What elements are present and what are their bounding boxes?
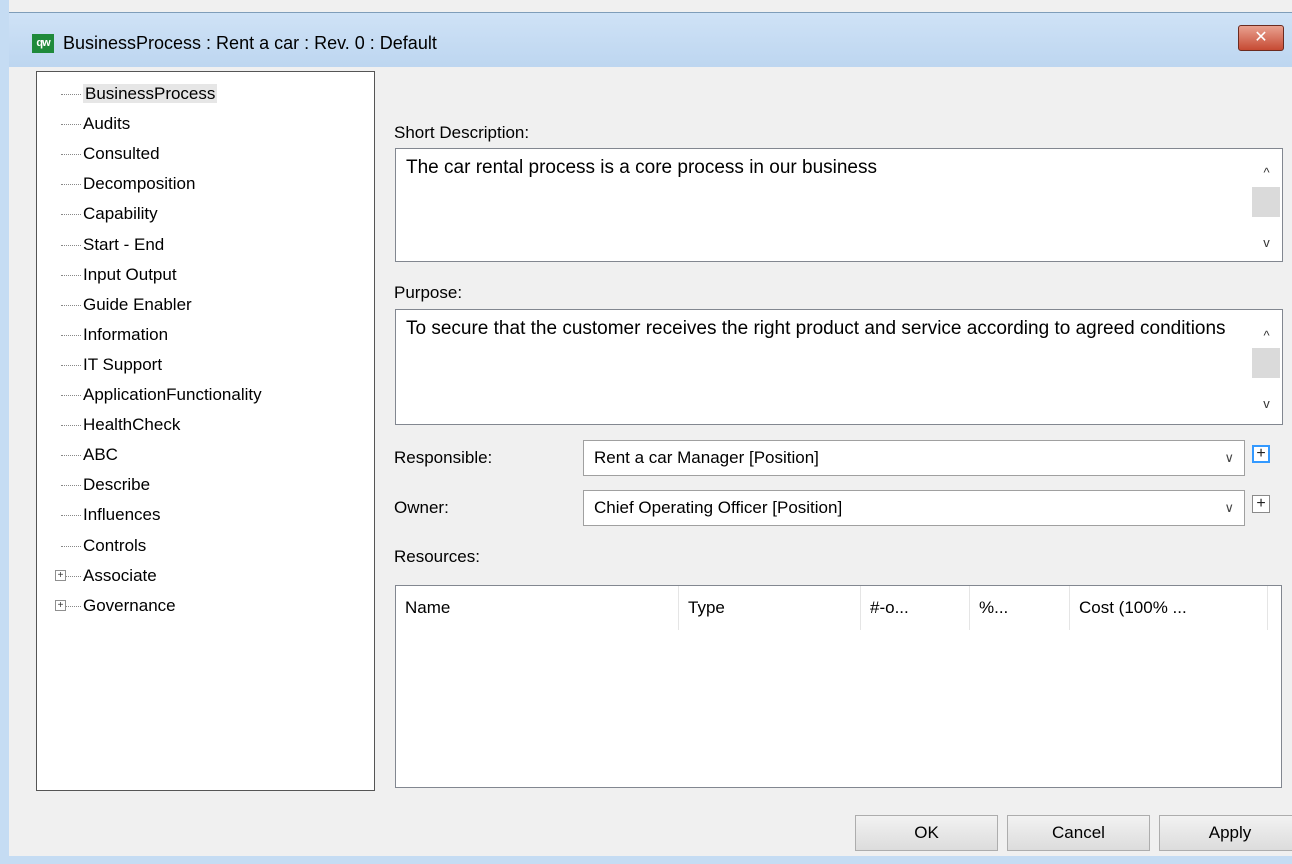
tree-connector (61, 334, 81, 336)
owner-label: Owner: (394, 498, 449, 517)
tree-item-label: Consulted (83, 144, 160, 164)
column-header-name[interactable]: Name (396, 586, 679, 630)
tree-connector (61, 184, 81, 186)
short-description-label: Short Description: (394, 123, 530, 142)
tree-item[interactable]: Information (37, 321, 168, 349)
tree-item-label: HealthCheck (83, 415, 181, 435)
tree-item[interactable]: Describe (37, 471, 150, 499)
tree-item-label: IT Support (83, 354, 163, 374)
purpose-field[interactable]: To secure that the customer receives the… (395, 309, 1283, 425)
tree-connector (61, 274, 81, 276)
column-header-percent[interactable]: %... (970, 586, 1070, 630)
column-header-type[interactable]: Type (679, 586, 861, 630)
close-button[interactable]: ✕ (1238, 25, 1284, 51)
navigation-tree: BusinessProcess Audits Consulted Decomposit… (36, 71, 375, 791)
tree-item[interactable]: IT Support (37, 351, 162, 379)
resources-label: Resources: (394, 547, 480, 566)
tree-item-label: Information (83, 324, 169, 344)
responsible-value: Rent a car Manager [Position] (594, 448, 819, 467)
tree-item-label: Guide Enabler (83, 294, 192, 314)
tree-connector (61, 244, 81, 246)
column-header-count[interactable]: #-o... (861, 586, 970, 630)
add-owner-button[interactable]: + (1252, 495, 1270, 513)
tree-connector (61, 515, 81, 517)
resources-table[interactable]: Name Type #-o... %... Cost (100% ... (395, 585, 1282, 788)
expand-plus-icon[interactable]: + (55, 569, 66, 581)
responsible-label: Responsible: (394, 448, 493, 467)
owner-select[interactable]: Chief Operating Officer [Position] ∨ (583, 490, 1245, 526)
tree-connector (61, 304, 81, 306)
scroll-down-icon[interactable]: v (1251, 390, 1282, 417)
tree-connector (61, 395, 81, 397)
tree-item[interactable]: + Governance (37, 592, 176, 620)
expand-plus-icon[interactable]: + (55, 599, 66, 611)
tree-item[interactable]: Influences (37, 501, 161, 529)
tree-item[interactable]: ApplicationFunctionality (37, 381, 262, 409)
apply-button[interactable]: Apply (1159, 815, 1292, 851)
purpose-scrollbar[interactable]: ^ v (1251, 310, 1282, 424)
scroll-thumb[interactable] (1252, 348, 1280, 378)
window-title: BusinessProcess : Rent a car : Rev. 0 : … (63, 33, 437, 53)
tree-item-label: Input Output (83, 264, 177, 284)
chevron-down-icon: ∨ (1224, 500, 1234, 515)
tree-item[interactable]: Input Output (37, 261, 177, 289)
tree-item-label: Governance (83, 595, 176, 615)
tree-item-label: Audits (83, 114, 131, 134)
tree-connector (61, 94, 81, 96)
tree-connector (61, 425, 81, 427)
tree-item-label: ABC (83, 445, 118, 465)
tree-item[interactable]: Controls (37, 532, 146, 560)
scroll-up-icon[interactable]: ^ (1251, 322, 1282, 349)
tree-item-label: Decomposition (83, 174, 196, 194)
tree-item[interactable]: + Associate (37, 562, 157, 590)
tree-item[interactable]: HealthCheck (37, 411, 180, 439)
purpose-label: Purpose: (394, 283, 463, 302)
short-description-scrollbar[interactable]: ^ v (1251, 149, 1282, 261)
tree-item[interactable]: Start - End (37, 231, 164, 259)
tree-item-label: Start - End (83, 234, 165, 254)
ok-button[interactable]: OK (855, 815, 998, 851)
tree-item-label: BusinessProcess (83, 84, 218, 103)
tree-connector (61, 364, 81, 366)
tree-item[interactable]: Consulted (37, 140, 160, 168)
tree-connector (61, 124, 81, 126)
dialog-window: qw BusinessProcess : Rent a car : Rev. 0… (0, 0, 1292, 864)
scroll-up-icon[interactable]: ^ (1251, 159, 1282, 186)
tree-item[interactable]: BusinessProcess (37, 80, 218, 108)
tree-connector (61, 545, 81, 547)
tree-item-label: ApplicationFunctionality (83, 385, 262, 404)
tree-item[interactable]: Decomposition (37, 170, 195, 198)
tree-connector (61, 455, 81, 457)
tree-item-label: Controls (83, 535, 147, 555)
add-responsible-button[interactable]: + (1252, 445, 1270, 463)
cancel-button[interactable]: Cancel (1007, 815, 1150, 851)
app-logo-icon: qw (32, 34, 54, 53)
scroll-thumb[interactable] (1252, 187, 1280, 217)
chevron-down-icon: ∨ (1224, 450, 1234, 465)
tree-item-label: Influences (83, 505, 161, 525)
tree-connector (61, 485, 81, 487)
purpose-text: To secure that the customer receives the… (406, 318, 1226, 339)
owner-value: Chief Operating Officer [Position] (594, 498, 843, 517)
title-bar[interactable]: qw BusinessProcess : Rent a car : Rev. 0… (9, 12, 1292, 67)
responsible-select[interactable]: Rent a car Manager [Position] ∨ (583, 440, 1245, 476)
column-header-cost[interactable]: Cost (100% ... (1070, 586, 1268, 630)
tree-item[interactable]: ABC (37, 441, 118, 469)
scroll-down-icon[interactable]: v (1251, 229, 1282, 256)
dialog-body: BusinessProcess Audits Consulted Decomposit… (9, 67, 1292, 856)
tree-connector (61, 154, 81, 156)
short-description-field[interactable]: The car rental process is a core process… (395, 148, 1283, 262)
short-description-text: The car rental process is a core process… (406, 157, 877, 178)
tree-item[interactable]: Guide Enabler (37, 291, 192, 319)
tree-item[interactable]: Audits (37, 110, 130, 138)
tree-item[interactable]: Capability (37, 200, 158, 228)
tree-item-label: Capability (83, 204, 158, 224)
tree-item-label: Describe (83, 475, 151, 495)
tree-connector (61, 214, 81, 216)
tree-item-label: Associate (83, 565, 157, 585)
